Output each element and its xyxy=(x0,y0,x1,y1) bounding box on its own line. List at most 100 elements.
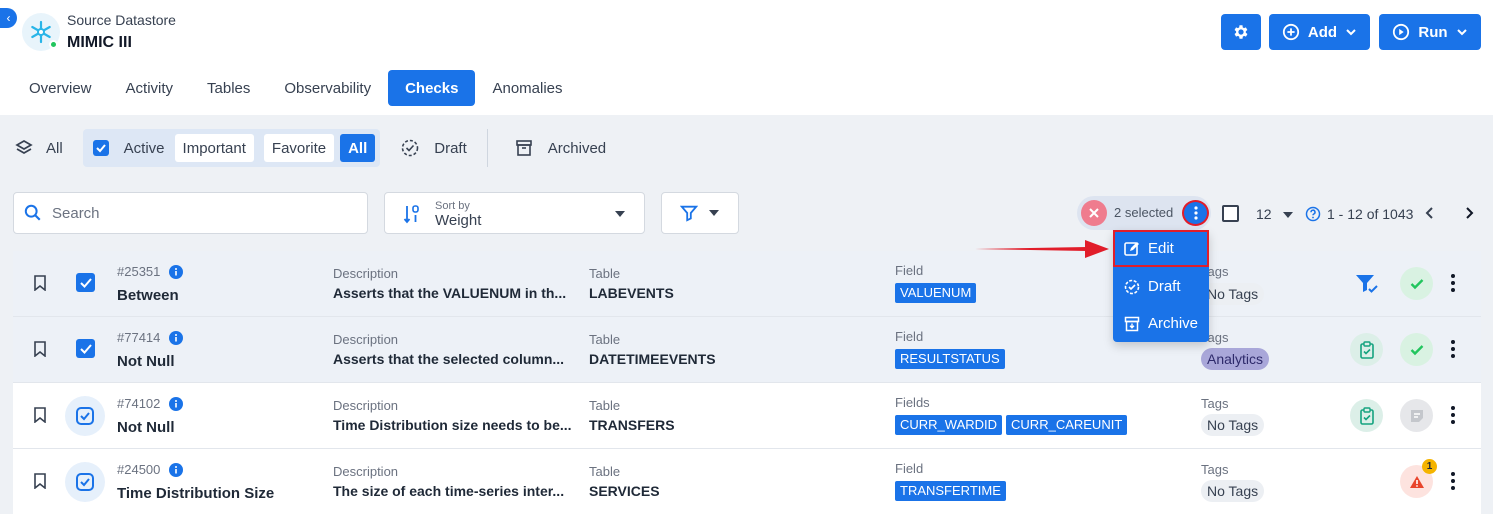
row-kebab-icon[interactable] xyxy=(1451,340,1455,358)
tag-list: No Tags xyxy=(1201,480,1265,502)
tags-label: Tags xyxy=(1201,396,1229,411)
clear-selection-button[interactable] xyxy=(1081,200,1107,226)
field-tag: VALUENUM xyxy=(895,283,977,303)
check-name: Between xyxy=(117,287,179,304)
datastore-name: MIMIC III xyxy=(67,34,132,51)
info-icon[interactable] xyxy=(169,264,184,279)
no-status-indicator xyxy=(1400,399,1433,432)
run-button[interactable]: Run xyxy=(1379,14,1481,50)
check-type-icon-wrap[interactable] xyxy=(65,462,105,502)
tag-list: No Tags xyxy=(1201,283,1265,305)
field-tag: RESULTSTATUS xyxy=(895,349,1005,369)
filter-check-icon xyxy=(1355,274,1378,293)
search-icon xyxy=(24,204,41,221)
add-button[interactable]: Add xyxy=(1269,14,1370,50)
row-kebab-icon[interactable] xyxy=(1451,406,1455,424)
filter-active[interactable]: Active xyxy=(92,139,165,157)
check-name: Not Null xyxy=(117,353,175,370)
filter-archived[interactable]: Archived xyxy=(514,138,606,158)
check-row[interactable]: #77414 Not Null Description Asserts that… xyxy=(13,317,1481,383)
plus-circle-icon xyxy=(1282,23,1300,41)
gear-icon xyxy=(1234,25,1248,39)
clipboard-check-icon xyxy=(1359,406,1374,425)
check-id-text: #24500 xyxy=(117,462,161,477)
menu-item-draft-label: Draft xyxy=(1148,278,1181,295)
info-icon[interactable] xyxy=(169,396,184,411)
filter-button[interactable] xyxy=(661,192,739,234)
check-id-text: #74102 xyxy=(117,396,161,411)
sort-select[interactable]: Sort by Weight xyxy=(384,192,645,234)
filter-all[interactable]: All xyxy=(14,138,63,158)
select-all-checkbox[interactable] xyxy=(1222,205,1239,222)
tab-activity[interactable]: Activity xyxy=(109,70,191,106)
checks-panel: All Active Important Favorite All Draft xyxy=(0,115,1493,514)
menu-item-archive[interactable]: Archive xyxy=(1113,305,1209,342)
check-square-icon xyxy=(76,407,94,425)
bookmark-icon[interactable] xyxy=(33,407,47,423)
tag-chip: No Tags xyxy=(1201,283,1265,305)
check-row[interactable]: #24500 Time Distribution Size Descriptio… xyxy=(13,449,1481,514)
row-kebab-icon[interactable] xyxy=(1451,472,1455,490)
bookmark-icon[interactable] xyxy=(33,275,47,291)
chevron-down-icon xyxy=(1346,29,1356,36)
info-icon[interactable] xyxy=(169,462,184,477)
status-filter-bar: All Active Important Favorite All Draft xyxy=(14,129,606,167)
search-input[interactable] xyxy=(52,204,342,222)
bulk-actions-button[interactable] xyxy=(1182,200,1209,226)
row-checkbox[interactable] xyxy=(76,339,95,358)
table-label: Table xyxy=(589,266,621,281)
chevron-left-icon[interactable] xyxy=(1424,205,1436,221)
check-row[interactable]: #74102 Not Null Description Time Distrib… xyxy=(13,383,1481,449)
authored-check-indicator xyxy=(1350,399,1383,432)
tags-label: Tags xyxy=(1201,462,1229,477)
bulk-actions-menu: Edit Draft Archive xyxy=(1113,230,1209,342)
close-icon xyxy=(1089,208,1099,218)
row-checkbox[interactable] xyxy=(76,273,95,292)
tab-observability[interactable]: Observability xyxy=(267,70,388,106)
check-row[interactable]: #25351 Between Description Asserts that … xyxy=(13,251,1481,317)
help-circle-icon[interactable] xyxy=(1305,206,1321,222)
filter-all-chip[interactable]: All xyxy=(340,134,376,162)
check-id: #77414 xyxy=(117,330,184,345)
check-table: TRANSFERS xyxy=(589,417,675,433)
collapse-sidebar-button[interactable]: ‹ xyxy=(0,8,17,28)
tab-checks[interactable]: Checks xyxy=(388,70,476,106)
check-id: #74102 xyxy=(117,396,184,411)
tag-chip: Analytics xyxy=(1201,348,1270,370)
row-kebab-icon[interactable] xyxy=(1451,274,1455,292)
caret-down-icon xyxy=(615,211,625,217)
info-icon[interactable] xyxy=(169,330,184,345)
menu-item-edit-label: Edit xyxy=(1148,240,1174,257)
filter-draft[interactable]: Draft xyxy=(400,138,467,158)
check-id-text: #25351 xyxy=(117,264,161,279)
inferred-check-indicator xyxy=(1350,267,1383,300)
caret-down-icon[interactable] xyxy=(1282,211,1294,219)
run-button-label: Run xyxy=(1418,23,1448,41)
menu-item-edit[interactable]: Edit xyxy=(1113,230,1209,267)
chevron-right-icon[interactable] xyxy=(1463,205,1475,221)
filter-important[interactable]: Important xyxy=(174,134,254,162)
check-icon xyxy=(79,277,92,288)
anomaly-indicator[interactable]: 1 xyxy=(1400,459,1437,498)
check-id: #24500 xyxy=(117,462,184,477)
filter-favorite[interactable]: Favorite xyxy=(263,134,335,162)
check-type-icon-wrap[interactable] xyxy=(65,396,105,436)
settings-button[interactable] xyxy=(1221,14,1261,50)
check-table: SERVICES xyxy=(589,483,660,499)
filter-active-label: Active xyxy=(123,139,165,157)
tab-tables[interactable]: Tables xyxy=(190,70,267,106)
status-dot xyxy=(49,40,58,49)
bookmark-icon[interactable] xyxy=(33,341,47,357)
chevron-down-icon xyxy=(1456,29,1467,36)
description-label: Description xyxy=(333,398,399,413)
checkbox-checked-icon xyxy=(92,140,109,156)
bookmark-icon[interactable] xyxy=(33,473,47,489)
tab-anomalies[interactable]: Anomalies xyxy=(475,70,579,106)
annotation-arrow xyxy=(975,240,1109,258)
page-size-select[interactable]: 12 xyxy=(1256,206,1272,222)
field-label: Field xyxy=(895,329,924,344)
check-description: Asserts that the VALUENUM in th... xyxy=(333,285,567,301)
tab-overview[interactable]: Overview xyxy=(12,70,109,106)
selection-count: 2 selected xyxy=(1114,205,1174,220)
menu-item-draft[interactable]: Draft xyxy=(1113,268,1209,305)
